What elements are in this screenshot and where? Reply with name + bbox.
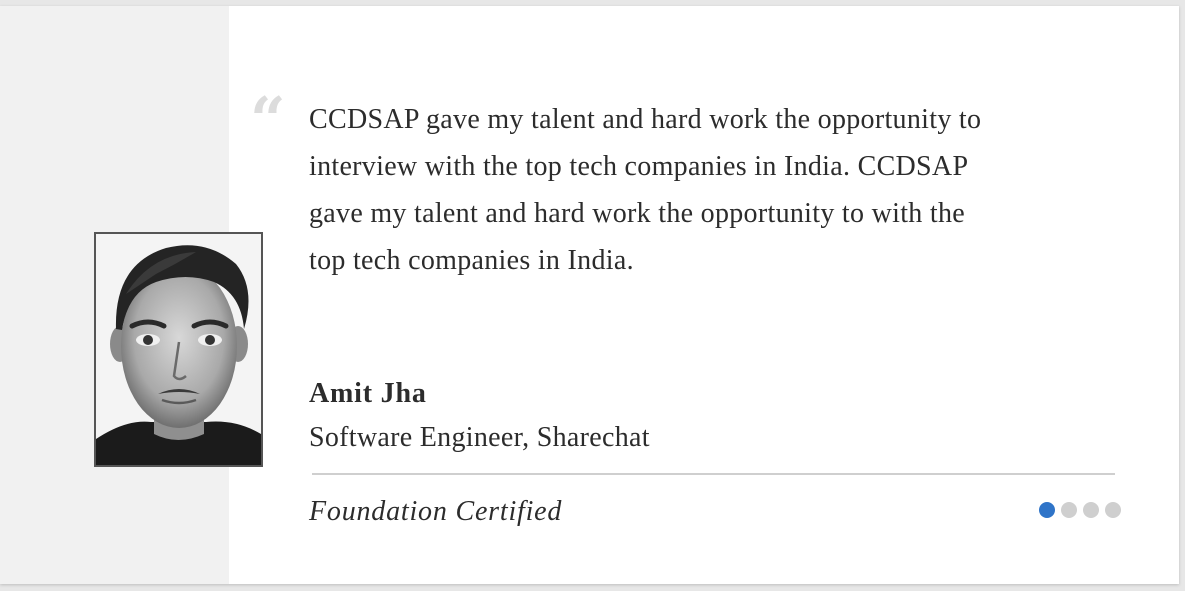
- carousel-dot-4[interactable]: [1105, 502, 1121, 518]
- carousel-dot-1[interactable]: [1039, 502, 1055, 518]
- author-photo: [94, 232, 263, 467]
- carousel-dot-3[interactable]: [1083, 502, 1099, 518]
- author-role: Software Engineer, Sharechat: [309, 422, 650, 453]
- certification-label: Foundation Certified: [309, 496, 563, 527]
- quote-mark-icon: “: [250, 83, 286, 156]
- testimonial-card: “ CCDSAP gave my talent and hard work th…: [0, 6, 1179, 584]
- carousel-dot-2[interactable]: [1061, 502, 1077, 518]
- testimonial-quote: CCDSAP gave my talent and hard work the …: [309, 104, 982, 276]
- divider: [312, 473, 1115, 475]
- carousel-pagination: [1039, 502, 1121, 518]
- author-name: Amit Jha: [309, 378, 427, 409]
